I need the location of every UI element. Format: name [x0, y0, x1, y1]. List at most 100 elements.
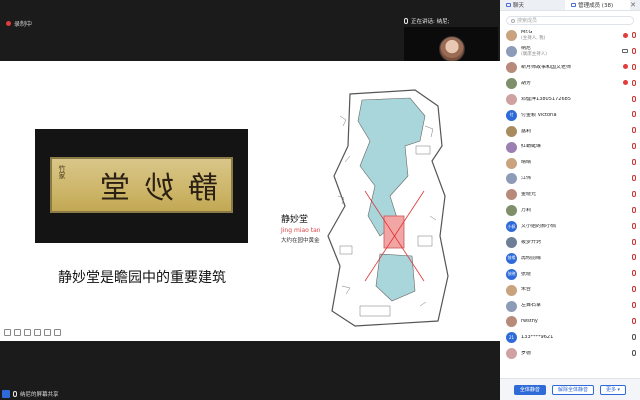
member-row[interactable]: 筱梦开窍: [500, 235, 640, 251]
member-status-icons: [632, 238, 636, 245]
shared-slide: 竹家 静妙堂 静妙堂是瞻园中的重要建筑 静妙堂 Jing miao tang 大…: [0, 61, 500, 341]
member-name: 文小姐的郝小佩: [521, 224, 607, 230]
member-row[interactable]: 张晓 张晓: [500, 266, 640, 282]
muted-mic-icon[interactable]: [632, 32, 636, 38]
tab-chat[interactable]: 聊天: [500, 0, 565, 10]
member-name: 邓健萍13805172685: [521, 97, 607, 103]
member-row[interactable]: 前缘 再倾前缘: [500, 250, 640, 266]
member-status-icons: [632, 206, 636, 213]
tab-members[interactable]: 管理成员 (38): [565, 0, 631, 10]
member-row[interactable]: rwsthy: [500, 314, 640, 330]
member-row[interactable]: 晴晴: [500, 155, 640, 171]
plaque-inscription: 静妙堂: [86, 171, 218, 206]
undo-icon[interactable]: [44, 329, 51, 336]
speaking-indicator: 正在讲话: 纳尼;: [404, 16, 449, 26]
member-status-icons: [632, 286, 636, 293]
member-status-icons: [623, 32, 636, 38]
mic-icon[interactable]: [632, 349, 636, 356]
people-icon: [571, 3, 577, 7]
member-row[interactable]: 金晓兄: [500, 187, 640, 203]
member-row[interactable]: 胡芳: [500, 76, 640, 92]
member-status-icons: [632, 175, 636, 182]
avatar: [506, 94, 517, 105]
member-row[interactable]: 纳尼 (联席主持人): [500, 44, 640, 60]
member-name: Mr.G (主持人, 我): [521, 30, 607, 41]
muted-mic-icon[interactable]: [632, 238, 636, 245]
muted-mic-icon[interactable]: [632, 111, 636, 118]
member-status-icons: [632, 111, 636, 118]
member-row[interactable]: 红蜻蜓琳: [500, 139, 640, 155]
muted-mic-icon[interactable]: [632, 254, 636, 261]
unmute-all-button[interactable]: 解除全体静音: [551, 384, 594, 395]
recording-label: 录制中: [14, 20, 33, 28]
eraser-icon[interactable]: [24, 329, 31, 336]
muted-mic-icon[interactable]: [632, 286, 636, 293]
highlighter-icon[interactable]: [14, 329, 21, 336]
member-name: 罗德: [521, 351, 607, 357]
muted-mic-icon[interactable]: [632, 175, 636, 182]
member-row[interactable]: 罗德: [500, 346, 640, 362]
member-name-text: 邓健萍13805172685: [521, 96, 571, 102]
member-name: 红蜻蜓琳: [521, 144, 607, 150]
member-status-icons: [632, 318, 636, 325]
member-row[interactable]: 21 133****9621: [500, 330, 640, 346]
member-row[interactable]: 左舞石掌: [500, 298, 640, 314]
member-name: 纳尼 (联席主持人): [521, 46, 607, 57]
muted-mic-icon[interactable]: [632, 222, 636, 229]
member-status-icons: [632, 270, 636, 277]
muted-mic-icon[interactable]: [632, 206, 636, 213]
muted-mic-icon[interactable]: [632, 318, 636, 325]
muted-mic-icon[interactable]: [632, 143, 636, 150]
member-name: 筱梦开窍: [521, 240, 607, 246]
plaque-board: 竹家 静妙堂: [50, 157, 233, 213]
member-status-icons: [632, 349, 636, 356]
muted-mic-icon[interactable]: [632, 190, 636, 197]
muted-mic-icon[interactable]: [632, 302, 636, 309]
muted-mic-icon[interactable]: [632, 159, 636, 166]
close-icon[interactable]: ✕: [630, 0, 640, 10]
member-name-text: 朱台: [521, 287, 532, 293]
camera-icon[interactable]: [622, 48, 628, 53]
member-row[interactable]: 万莉: [500, 203, 640, 219]
recording-indicator[interactable]: 录制中: [6, 17, 32, 29]
member-row[interactable]: Mr.G (主持人, 我): [500, 28, 640, 44]
member-status-icons: [632, 159, 636, 166]
pen-icon[interactable]: [4, 329, 11, 336]
member-actions-bar: 全体静音 解除全体静音 更多 ▾: [500, 378, 640, 400]
avatar: 前缘: [506, 252, 517, 264]
mic-icon: [404, 18, 408, 24]
tab-members-label: 管理成员 (38): [578, 3, 614, 9]
member-row[interactable]: 付付金颖 Victoria: [500, 107, 640, 123]
member-name: 左舞石掌: [521, 303, 607, 309]
member-row[interactable]: 露莉: [500, 123, 640, 139]
member-name-text: 左舞石掌: [521, 303, 542, 309]
mute-all-button[interactable]: 全体静音: [513, 384, 546, 395]
member-row[interactable]: 江伟: [500, 171, 640, 187]
member-name-text: 133****9621: [521, 335, 554, 341]
muted-mic-icon[interactable]: [632, 270, 636, 277]
muted-mic-icon[interactable]: [632, 95, 636, 102]
member-role: (主持人, 我): [521, 35, 546, 41]
zoom-icon[interactable]: [54, 329, 61, 336]
muted-mic-icon[interactable]: [632, 127, 636, 134]
member-row[interactable]: 新月师故事和国文老师: [500, 60, 640, 76]
muted-mic-icon[interactable]: [632, 79, 636, 86]
avatar: [506, 348, 517, 360]
more-button[interactable]: 更多 ▾: [599, 384, 627, 395]
member-name-text: 露莉: [521, 128, 532, 134]
member-row[interactable]: 邓健萍13805172685: [500, 92, 640, 108]
link-icon[interactable]: [34, 329, 41, 336]
member-list: Mr.G (主持人, 我) 纳尼 (联席主持人) 新月师故事和国文老师 胡芳邓健萍1380…: [500, 28, 640, 362]
member-status-icons: [632, 127, 636, 134]
record-dot-icon: [6, 20, 11, 26]
mic-icon[interactable]: [632, 333, 636, 340]
search-members-input[interactable]: 搜索成员: [506, 16, 634, 25]
muted-mic-icon[interactable]: [632, 47, 636, 54]
member-row[interactable]: 小佩 文小姐的郝小佩: [500, 219, 640, 235]
member-name: 金晓兄: [521, 192, 607, 198]
avatar: [506, 237, 517, 249]
muted-mic-icon[interactable]: [632, 63, 636, 70]
member-status-icons: [632, 143, 636, 150]
member-status-icons: [623, 79, 636, 86]
member-row[interactable]: 朱台: [500, 282, 640, 298]
